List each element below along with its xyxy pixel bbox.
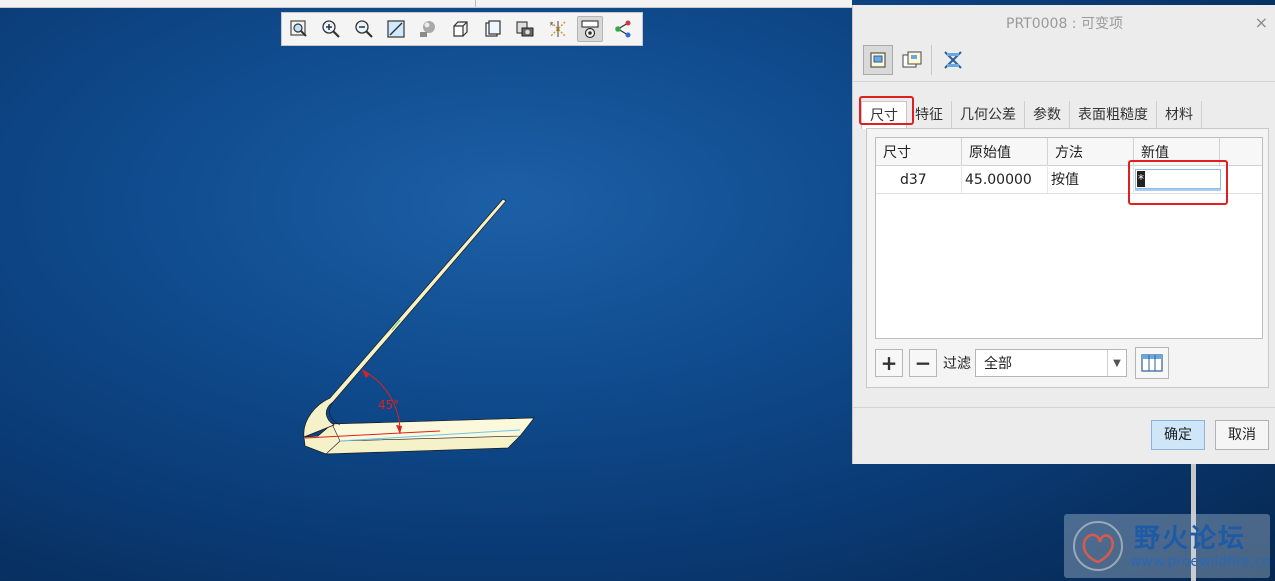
tab-surface-finish[interactable]: 表面粗糙度 <box>1070 101 1157 129</box>
remove-row-button[interactable]: − <box>909 349 937 377</box>
dimension-mode-button[interactable] <box>863 45 893 75</box>
saved-views-icon <box>485 20 501 37</box>
filter-select[interactable]: 全部 ▼ <box>975 349 1127 377</box>
chevron-down-icon[interactable]: ▼ <box>1107 350 1126 376</box>
tab-gtol[interactable]: 几何公差 <box>952 101 1025 129</box>
cell-method[interactable]: 按值 <box>1048 165 1134 193</box>
dialog-mode-buttons <box>863 45 972 75</box>
annotation-display-button[interactable] <box>577 16 604 42</box>
part-bend-inner <box>329 401 341 426</box>
cell-original-value: 45.00000 <box>962 165 1048 193</box>
clear-button[interactable] <box>938 45 968 75</box>
cell-dimension: d37 <box>876 165 962 193</box>
watermark-logo-icon <box>1073 521 1123 571</box>
reorient-button[interactable] <box>383 16 409 42</box>
zoom-in-button[interactable] <box>318 16 344 42</box>
dimension-arrow-top <box>362 370 370 378</box>
clear-icon <box>944 51 962 69</box>
zoom-fit-button[interactable] <box>286 16 312 42</box>
zoom-fit-icon <box>290 20 307 37</box>
view-toolbar: × <box>281 12 643 46</box>
dimension-mode-icon <box>870 52 886 68</box>
shading-button[interactable] <box>415 16 441 42</box>
feature-mode-button[interactable] <box>897 45 927 75</box>
part-bend <box>303 198 507 438</box>
datum-display-button[interactable]: × <box>545 16 571 42</box>
shading-icon <box>420 21 436 37</box>
watermark-name: 野火论坛 <box>1134 524 1247 554</box>
watermark: 野火论坛 www.proewildfire.cn <box>1064 514 1272 578</box>
feature-mode-icon <box>902 51 922 68</box>
view-cube-icon <box>453 21 468 37</box>
ok-button[interactable]: 确定 <box>1151 420 1205 450</box>
column-settings-icon <box>1141 354 1163 372</box>
header-original-value[interactable]: 原始值 <box>962 138 1048 165</box>
column-settings-button[interactable] <box>1135 347 1169 379</box>
add-row-button[interactable]: + <box>875 349 903 377</box>
spin-center-button[interactable] <box>610 16 636 42</box>
dimension-label[interactable]: 45° <box>378 398 399 412</box>
svg-text:×: × <box>549 21 554 28</box>
tab-material[interactable]: 材料 <box>1157 101 1202 129</box>
dialog-divider <box>853 81 1275 82</box>
filter-selected-value: 全部 <box>984 356 1012 372</box>
datum-display-icon: × <box>549 21 566 37</box>
graphics-window[interactable]: 45° <box>0 0 852 581</box>
zoom-in-icon <box>322 20 341 38</box>
camera-icon <box>516 21 534 37</box>
header-dimension[interactable]: 尺寸 <box>876 138 962 165</box>
close-icon[interactable]: × <box>1255 15 1268 31</box>
tab-parameter[interactable]: 参数 <box>1025 101 1070 129</box>
highlight-box-new-value <box>1128 160 1228 205</box>
spin-center-icon <box>614 20 631 38</box>
cancel-button[interactable]: 取消 <box>1215 420 1269 450</box>
zoom-out-button[interactable] <box>351 16 377 42</box>
dialog-footer-divider <box>853 407 1275 408</box>
reorient-icon <box>387 20 405 38</box>
filter-label: 过滤 <box>943 356 971 372</box>
view-cube-button[interactable] <box>448 16 474 42</box>
watermark-url: www.proewildfire.cn <box>1130 554 1272 570</box>
toolbar-separator <box>931 45 932 75</box>
header-method[interactable]: 方法 <box>1048 138 1134 165</box>
dialog-title: PRT0008 : 可变项 <box>1006 16 1123 32</box>
zoom-out-icon <box>354 20 373 38</box>
camera-button[interactable] <box>513 16 539 42</box>
saved-views-button[interactable] <box>480 16 506 42</box>
table-controls: + − 过滤 全部 ▼ <box>875 347 1265 379</box>
highlight-box-tab <box>859 96 914 125</box>
annotation-display-icon <box>581 20 599 39</box>
variable-dialog: PRT0008 : 可变项 × 尺寸 特征 几何公差 参数 表面粗糙度 材料 尺… <box>852 5 1275 464</box>
